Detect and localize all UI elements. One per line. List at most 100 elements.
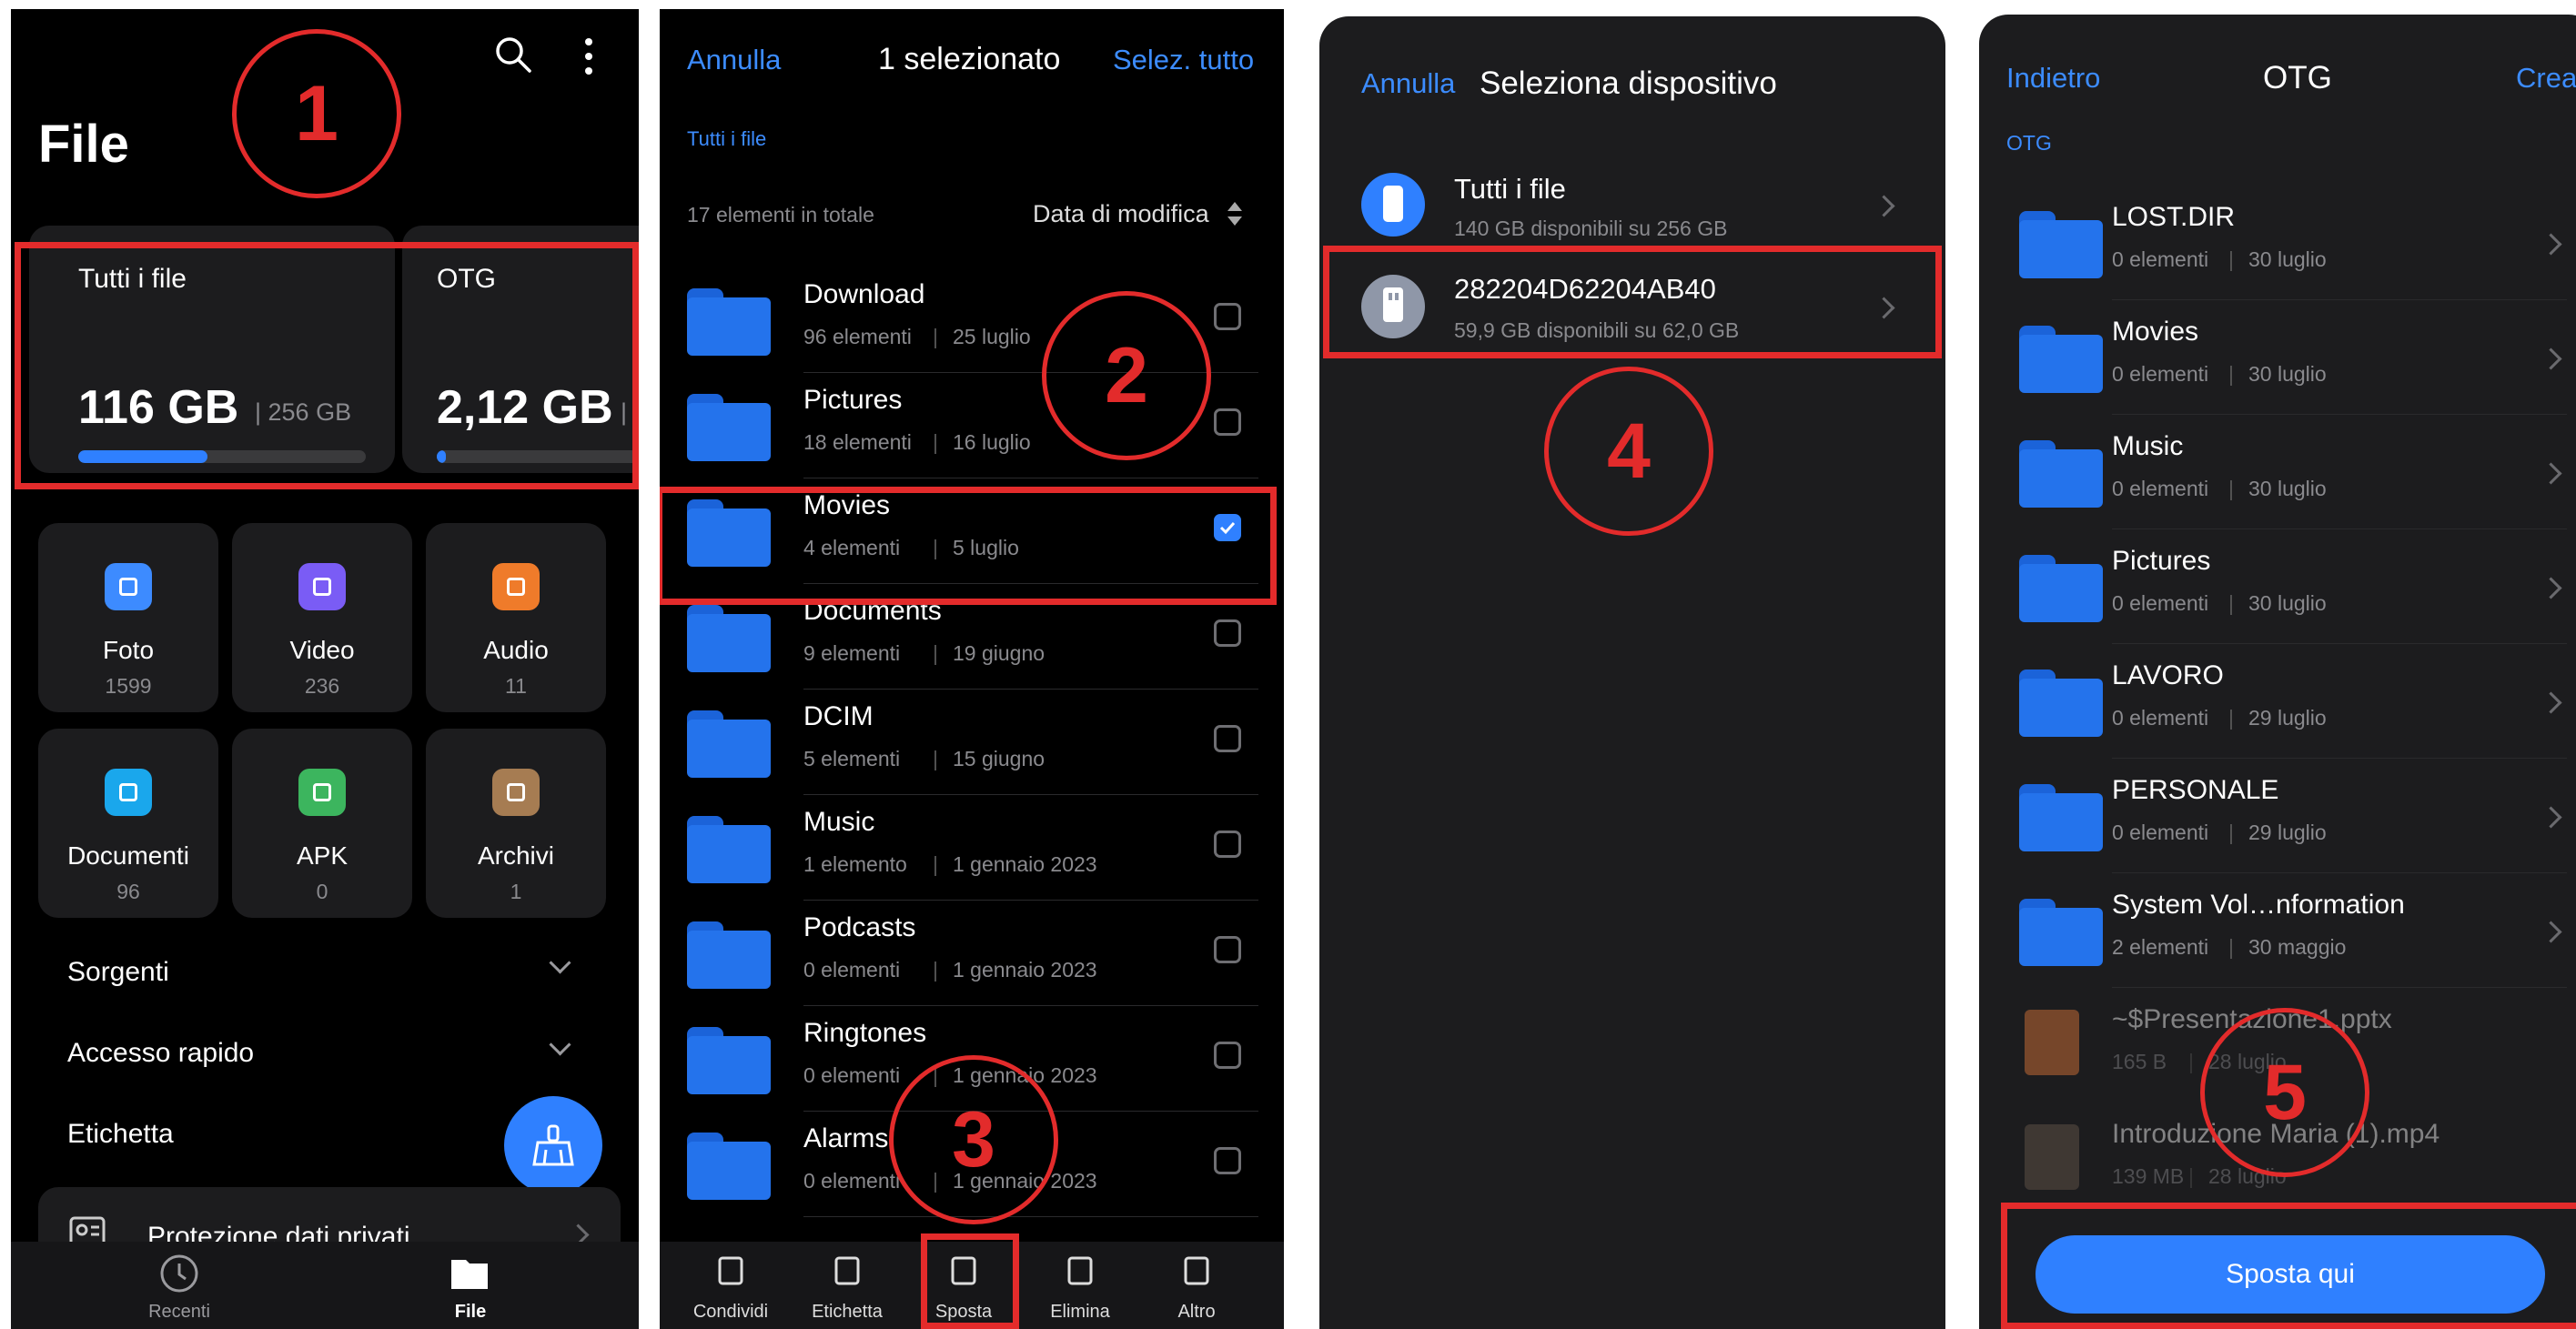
folder-items: 0 elementi: [803, 1063, 901, 1087]
clean-button[interactable]: [504, 1096, 602, 1194]
folder-date: 30 maggio: [2248, 935, 2347, 959]
folder-checkbox[interactable]: [1214, 619, 1241, 647]
folder-icon: [2019, 326, 2103, 393]
select-device-screen: Annulla Seleziona dispositivo Tutti i fi…: [1319, 9, 1945, 1329]
sort-icon[interactable]: [1226, 200, 1244, 227]
section-sources[interactable]: Sorgenti: [67, 957, 169, 988]
section-quick-access[interactable]: Accesso rapido: [67, 1038, 254, 1069]
video-thumbnail: [2025, 1124, 2079, 1190]
folder-date: 29 luglio: [2248, 821, 2327, 844]
folder-name: Ringtones: [803, 1018, 927, 1048]
chevron-right-icon: [2540, 921, 2562, 943]
selection-title: 1 selezionato: [878, 42, 1061, 76]
label-icon: [831, 1254, 864, 1287]
folder-name: System Vol…nformation: [2112, 890, 2405, 920]
sort-dropdown[interactable]: Data di modifica: [1033, 200, 1209, 228]
breadcrumb[interactable]: OTG: [2006, 131, 2052, 156]
folder-items: 0 elementi: [2112, 821, 2209, 844]
nav-files[interactable]: File: [393, 1302, 548, 1323]
folder-icon: [2019, 440, 2103, 508]
folder-icon[interactable]: [450, 1254, 490, 1291]
folder-items: 0 elementi: [2112, 362, 2209, 386]
category-documenti[interactable]: Documenti 96: [38, 729, 218, 918]
separator: |: [2188, 1164, 2194, 1188]
chevron-right-icon: [2540, 806, 2562, 829]
folder-row[interactable]: Music 0 elementi | 30 luglio: [1979, 415, 2576, 529]
folder-items: 0 elementi: [2112, 591, 2209, 615]
chevron-down-icon[interactable]: [549, 951, 571, 974]
music-note-icon: [492, 563, 540, 610]
item-count: 17 elementi in totale: [687, 203, 874, 227]
folder-row[interactable]: PERSONALE 0 elementi | 29 luglio: [1979, 759, 2576, 873]
action-etichetta[interactable]: Etichetta: [793, 1242, 902, 1329]
back-button[interactable]: Indietro: [2006, 62, 2100, 95]
device-sheet: Annulla Seleziona dispositivo Tutti i fi…: [1319, 16, 1945, 1329]
category-count: 1599: [105, 674, 152, 698]
select-all-button[interactable]: Selez. tutto: [1113, 44, 1254, 76]
video-icon: [298, 563, 346, 610]
step-marker-2: 2: [1042, 291, 1211, 460]
folder-row[interactable]: LAVORO 0 elementi | 29 luglio: [1979, 644, 2576, 759]
section-label[interactable]: Etichetta: [67, 1119, 174, 1150]
search-icon[interactable]: [493, 35, 533, 75]
row-divider: [803, 1005, 1258, 1006]
folder-checkbox[interactable]: [1214, 936, 1241, 963]
document-icon: [105, 769, 152, 816]
chevron-down-icon[interactable]: [549, 1033, 571, 1056]
folder-name: LAVORO: [2112, 660, 2224, 690]
cancel-button[interactable]: Annulla: [687, 44, 781, 76]
category-foto[interactable]: Foto 1599: [38, 523, 218, 712]
folder-row[interactable]: Music 1 elemento | 1 gennaio 2023: [660, 796, 1284, 901]
breadcrumb[interactable]: Tutti i file: [687, 127, 766, 151]
folder-icon: [687, 816, 771, 883]
category-audio[interactable]: Audio 11: [426, 523, 606, 712]
folder-checkbox[interactable]: [1214, 408, 1241, 436]
cancel-button[interactable]: Annulla: [1361, 67, 1455, 100]
folder-icon: [687, 921, 771, 989]
action-elimina[interactable]: Elimina: [1025, 1242, 1135, 1329]
folder-items: 0 elementi: [803, 1169, 901, 1193]
chevron-right-icon: [2540, 691, 2562, 714]
folder-checkbox[interactable]: [1214, 1147, 1241, 1174]
location-title: OTG: [2263, 60, 2332, 96]
nav-recent[interactable]: Recenti: [102, 1302, 257, 1323]
folder-items: 96 elementi: [803, 325, 912, 348]
folder-checkbox[interactable]: [1214, 725, 1241, 752]
folder-icon: [687, 1133, 771, 1200]
category-archivi[interactable]: Archivi 1: [426, 729, 606, 918]
page-title: File: [38, 115, 129, 174]
category-count: 0: [316, 880, 328, 903]
folder-row[interactable]: DCIM 5 elementi | 15 giugno: [660, 690, 1284, 796]
create-button[interactable]: Crea: [2516, 62, 2576, 95]
action-altro[interactable]: Altro: [1142, 1242, 1251, 1329]
action-condividi[interactable]: Condividi: [676, 1242, 785, 1329]
category-video[interactable]: Video 236: [232, 523, 412, 712]
more-options-icon[interactable]: [582, 36, 595, 76]
chevron-right-icon: [2540, 347, 2562, 370]
folder-checkbox[interactable]: [1214, 303, 1241, 330]
device-item-all-files[interactable]: Tutti i file 140 GB disponibili su 256 G…: [1319, 153, 1945, 255]
action-label: Altro: [1177, 1302, 1216, 1322]
folder-date: 30 luglio: [2248, 477, 2327, 500]
folder-items: 0 elementi: [803, 958, 901, 982]
folder-row[interactable]: Podcasts 0 elementi | 1 gennaio 2023: [660, 901, 1284, 1007]
category-apk[interactable]: APK 0: [232, 729, 412, 918]
folder-icon: [2019, 670, 2103, 737]
folder-icon: [687, 1027, 771, 1094]
separator: |: [933, 747, 938, 770]
clock-icon[interactable]: [158, 1253, 200, 1294]
folder-row[interactable]: Pictures 0 elementi | 30 luglio: [1979, 529, 2576, 644]
folder-row[interactable]: Movies 0 elementi | 30 luglio: [1979, 300, 2576, 415]
folder-icon: [687, 394, 771, 461]
action-label: Elimina: [1050, 1302, 1110, 1322]
folder-checkbox[interactable]: [1214, 1042, 1241, 1069]
folder-checkbox[interactable]: [1214, 831, 1241, 858]
folder-row[interactable]: System Vol…nformation 2 elementi | 30 maggi…: [1979, 873, 2576, 988]
file-home-screen: File Tutti i file 116 GB | 256 GB OTG 2,…: [11, 9, 639, 1329]
highlight-usb-device: [1323, 246, 1942, 358]
chevron-right-icon: [1873, 195, 1895, 217]
folder-name: Pictures: [803, 385, 903, 415]
folder-date: 15 giugno: [953, 747, 1046, 770]
folder-icon: [2019, 555, 2103, 622]
folder-row[interactable]: LOST.DIR 0 elementi | 30 luglio: [1979, 186, 2576, 300]
